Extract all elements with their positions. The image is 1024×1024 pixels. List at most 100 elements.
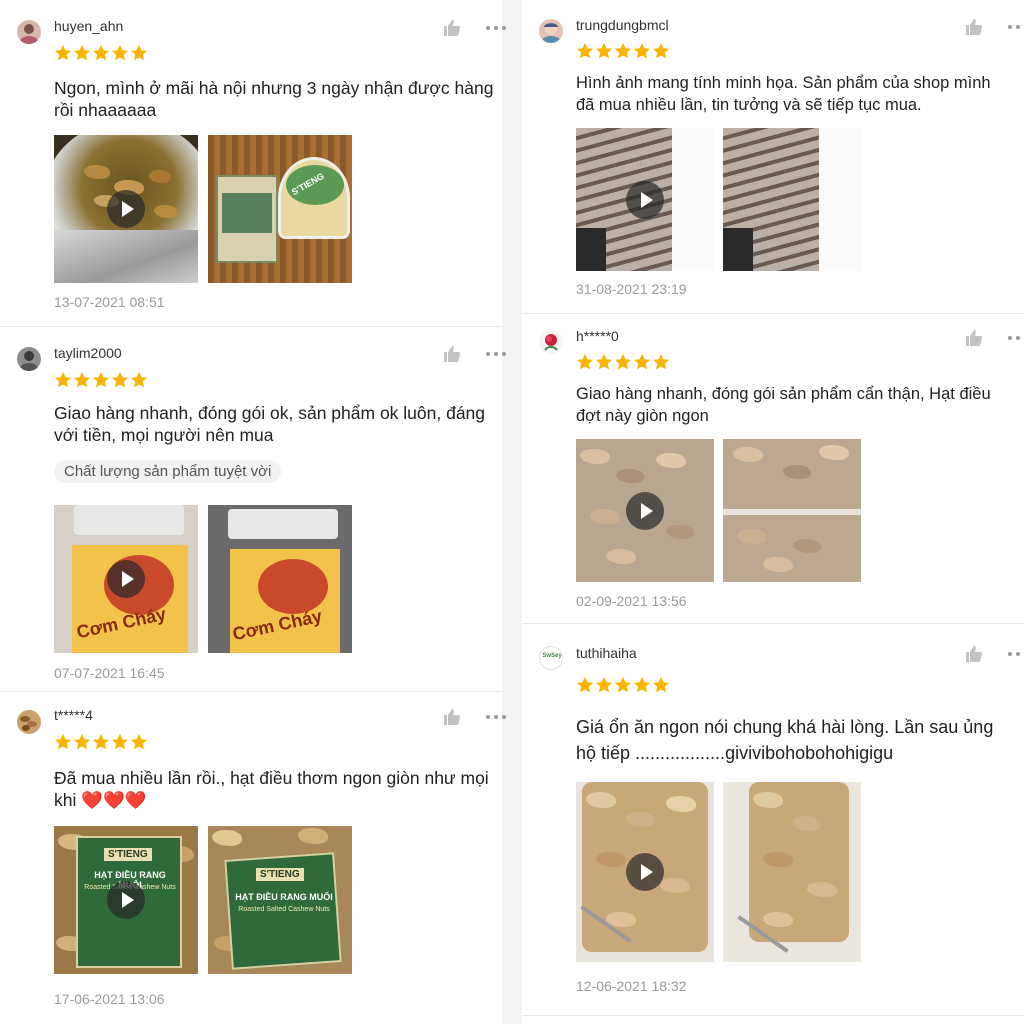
review-video-thumbnail[interactable] [576, 782, 714, 962]
column-gutter [502, 0, 522, 1024]
more-horizontal-icon[interactable] [484, 707, 508, 727]
avatar[interactable]: SwSey [539, 646, 563, 670]
review-timestamp: 07-07-2021 16:45 [54, 665, 165, 681]
reviews-column-right: trungdungbmcl Hình ảnh mang tính minh họ… [522, 0, 1024, 1024]
username[interactable]: h*****0 [576, 328, 619, 344]
review-text: Giá ổn ăn ngon nói chung khá hài lòng. L… [576, 717, 994, 763]
review-timestamp: 31-08-2021 23:19 [576, 281, 687, 297]
star-icon [576, 42, 594, 59]
more-horizontal-icon[interactable] [484, 344, 508, 364]
star-icon [111, 733, 129, 750]
star-icon [614, 676, 632, 693]
star-icon [54, 44, 72, 61]
review-card: t*****4 Đã mua nhiều lần rồi., hạt điều … [0, 692, 506, 1024]
star-icon [614, 42, 632, 59]
star-icon [595, 353, 613, 370]
review-video-thumbnail[interactable]: Cơm Cháy [54, 505, 198, 653]
play-icon[interactable] [626, 853, 664, 891]
thumbs-up-icon[interactable] [964, 328, 984, 348]
play-icon[interactable] [107, 190, 145, 228]
star-icon [595, 42, 613, 59]
star-icon [130, 733, 148, 750]
review-text: Giao hàng nhanh, đóng gói ok, sản phẩm o… [54, 403, 486, 445]
review-timestamp: 17-06-2021 13:06 [54, 991, 165, 1007]
star-icon [130, 44, 148, 61]
star-rating [576, 42, 670, 60]
star-icon [92, 44, 110, 61]
star-rating [54, 733, 148, 751]
more-horizontal-icon[interactable] [484, 18, 508, 38]
review-video-thumbnail[interactable] [576, 128, 714, 271]
username[interactable]: trungdungbmcl [576, 17, 669, 33]
star-icon [633, 42, 651, 59]
review-video-thumbnail[interactable] [576, 439, 714, 582]
review-text: Hình ảnh mang tính minh họa. Sản phẩm củ… [576, 74, 991, 114]
product-brand-label: S'TIENG [256, 868, 304, 881]
more-horizontal-icon[interactable] [1006, 644, 1024, 664]
thumbs-up-icon[interactable] [442, 344, 462, 364]
star-icon [652, 353, 670, 370]
star-icon [130, 371, 148, 388]
review-card: trungdungbmcl Hình ảnh mang tính minh họ… [522, 0, 1024, 314]
review-timestamp: 02-09-2021 13:56 [576, 593, 687, 609]
review-image[interactable] [723, 439, 861, 582]
avatar[interactable] [17, 20, 41, 44]
username[interactable]: taylim2000 [54, 345, 122, 361]
review-video-thumbnail[interactable] [54, 135, 198, 283]
play-icon[interactable] [626, 491, 664, 530]
star-icon [92, 371, 110, 388]
avatar-logo: SwSey [542, 653, 562, 659]
star-icon [54, 733, 72, 750]
more-horizontal-icon[interactable] [1006, 328, 1024, 348]
reviews-column-left: huyen_ahn Ngon, mình ở mãi hà nội nhưng … [0, 0, 506, 1024]
review-video-thumbnail[interactable]: S'TIENG HẠT ĐIỀU RANG MUỐI Roasted Salte… [54, 826, 198, 974]
star-icon [111, 44, 129, 61]
review-text: Đã mua nhiều lần rồi., hạt điều thơm ngo… [54, 768, 489, 810]
star-icon [54, 371, 72, 388]
star-icon [614, 353, 632, 370]
review-card: taylim2000 Giao hàng nhanh, đóng gói ok,… [0, 327, 506, 692]
review-timestamp: 13-07-2021 08:51 [54, 294, 165, 310]
star-icon [652, 42, 670, 59]
product-brand-label: S'TIENG [104, 848, 152, 861]
review-text: Giao hàng nhanh, đóng gói sản phẩm cẩn t… [576, 385, 991, 425]
play-icon[interactable] [107, 560, 145, 598]
star-icon [73, 733, 91, 750]
review-image[interactable] [723, 782, 861, 962]
review-image[interactable] [723, 128, 861, 271]
username[interactable]: huyen_ahn [54, 18, 123, 34]
star-icon [92, 733, 110, 750]
review-image[interactable]: Cơm Cháy [208, 505, 352, 653]
username[interactable]: t*****4 [54, 707, 93, 723]
thumbs-up-icon[interactable] [964, 644, 984, 664]
star-icon [633, 353, 651, 370]
avatar[interactable] [539, 19, 563, 43]
star-icon [576, 353, 594, 370]
review-tag: Chất lượng sản phẩm tuyệt vời [54, 460, 282, 483]
star-icon [595, 676, 613, 693]
more-horizontal-icon[interactable] [1006, 17, 1024, 37]
play-icon[interactable] [107, 881, 145, 919]
review-card: h*****0 Giao hàng nhanh, đóng gói sản ph… [522, 314, 1024, 624]
product-label: Roasted Salted Cashew Nuts [238, 906, 330, 913]
review-timestamp: 12-06-2021 18:32 [576, 978, 687, 994]
star-rating [576, 676, 670, 694]
star-icon [111, 371, 129, 388]
star-icon [652, 676, 670, 693]
avatar[interactable] [17, 347, 41, 371]
username[interactable]: tuthihaiha [576, 645, 637, 661]
play-icon[interactable] [626, 180, 664, 219]
thumbs-up-icon[interactable] [964, 17, 984, 37]
review-image[interactable]: S'TIENG [208, 135, 352, 283]
thumbs-up-icon[interactable] [442, 18, 462, 38]
product-label: HẠT ĐIỀU RANG MUỐI [235, 892, 333, 902]
star-rating [576, 353, 670, 371]
thumbs-up-icon[interactable] [442, 707, 462, 727]
avatar[interactable] [17, 710, 41, 734]
review-text: Ngon, mình ở mãi hà nội nhưng 3 ngày nhậ… [54, 78, 494, 120]
star-icon [576, 676, 594, 693]
review-card: huyen_ahn Ngon, mình ở mãi hà nội nhưng … [0, 0, 506, 327]
avatar[interactable] [539, 330, 563, 354]
star-rating [54, 371, 148, 389]
review-image[interactable]: S'TIENG HẠT ĐIỀU RANG MUỐI Roasted Salte… [208, 826, 352, 974]
